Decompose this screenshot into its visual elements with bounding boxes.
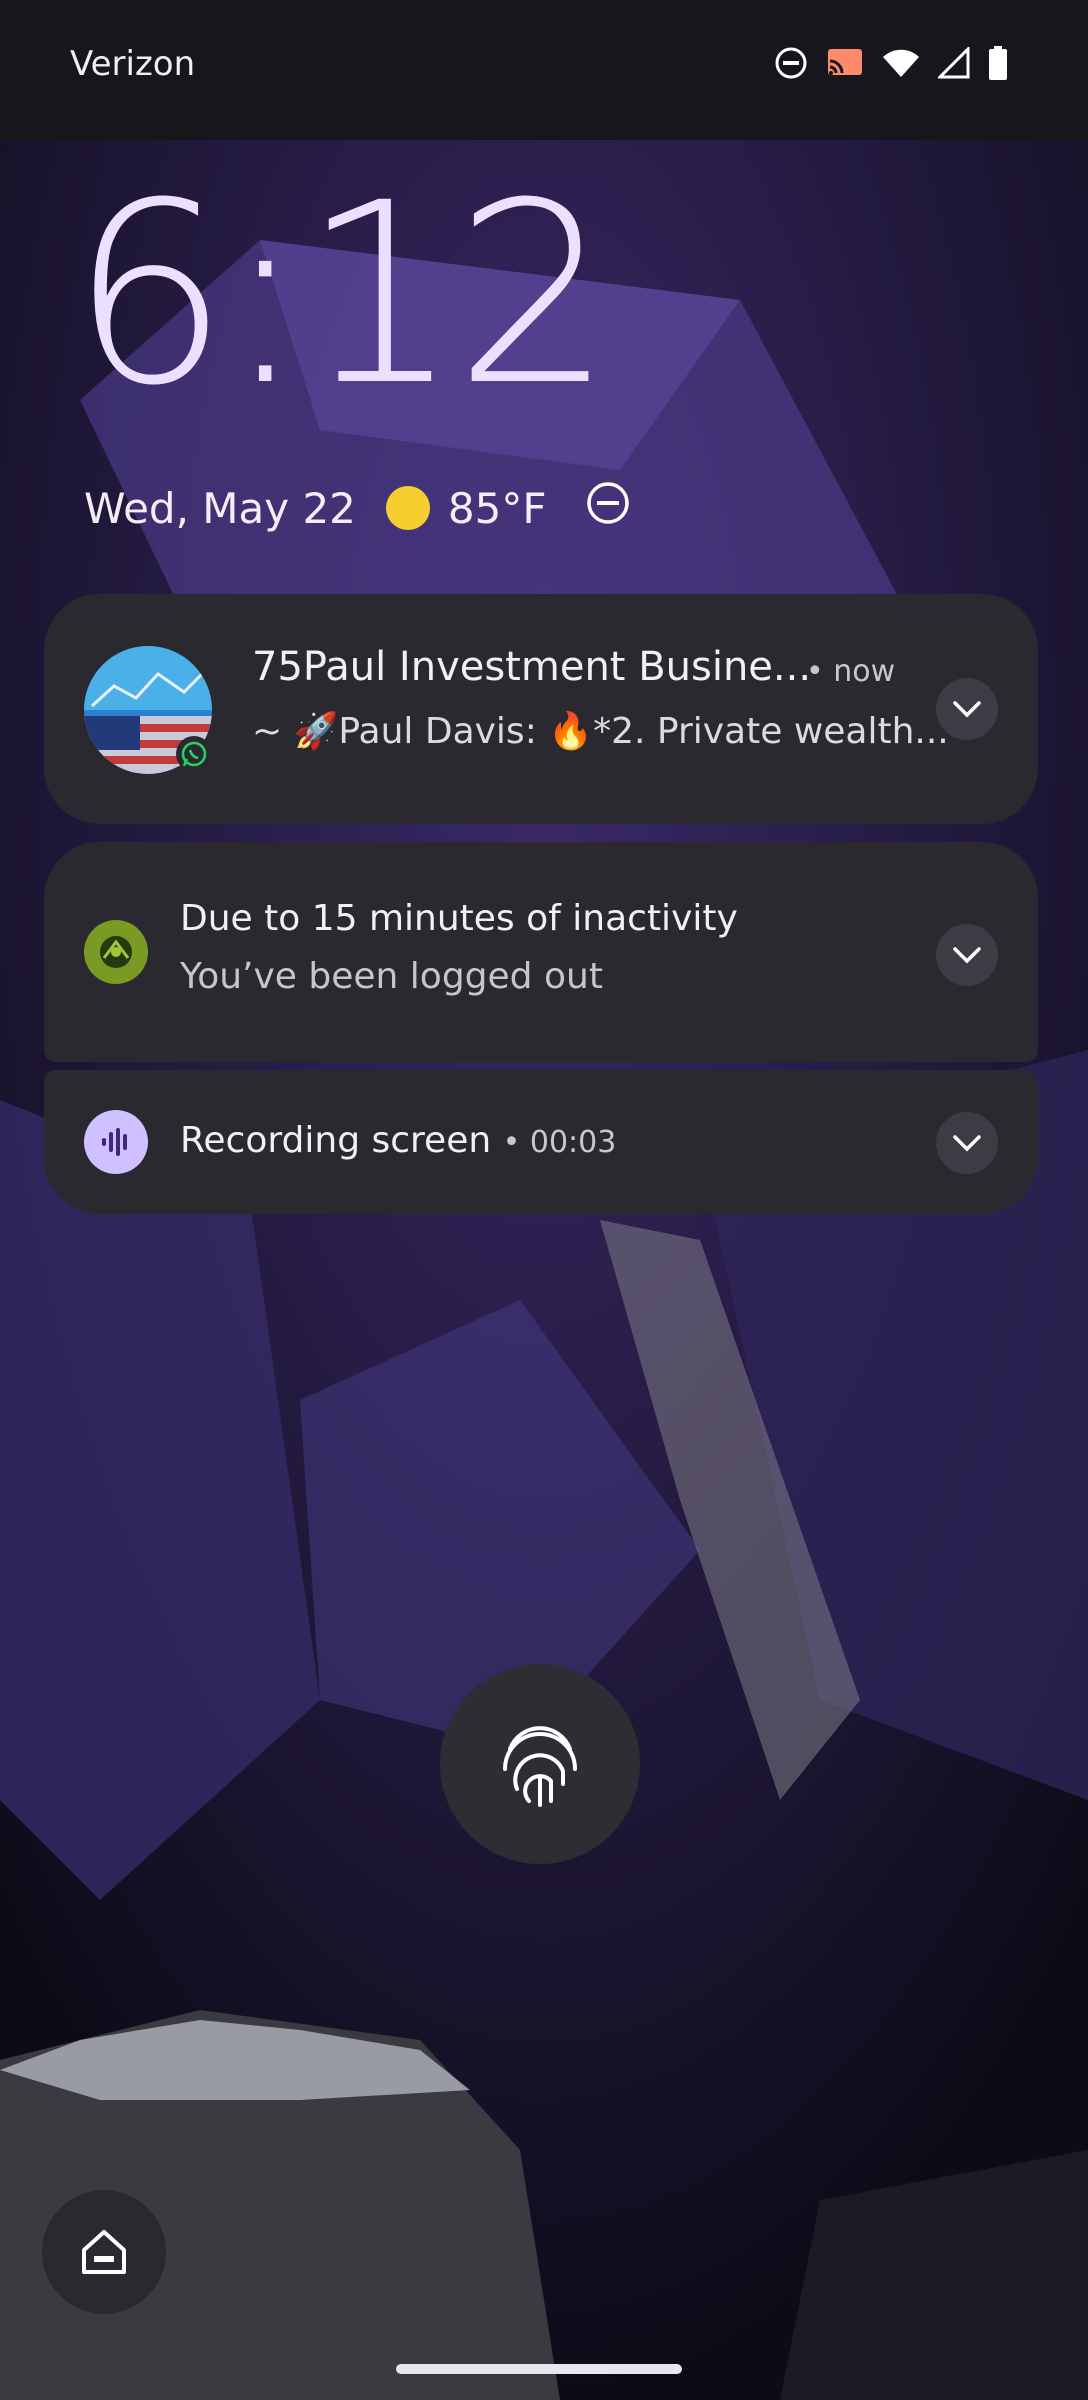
notification-screen-recording[interactable]: Recording screen • 00:03 bbox=[44, 1070, 1038, 1214]
chevron-down-icon bbox=[953, 701, 981, 718]
notification-whatsapp[interactable]: 75Paul Investment Busine... • now ~ 🚀Pau… bbox=[44, 594, 1038, 824]
notification-title: 75Paul Investment Busine... bbox=[252, 644, 812, 690]
date-weather-row: Wed, May 22 85°F bbox=[84, 480, 631, 536]
fingerprint-icon bbox=[503, 1726, 577, 1807]
notification-title: Recording screen • 00:03 bbox=[180, 1120, 616, 1161]
do-not-disturb-icon bbox=[585, 480, 631, 536]
notification-text: You’ve been logged out bbox=[180, 956, 603, 997]
carrier-label: Verizon bbox=[70, 44, 196, 84]
chevron-down-icon bbox=[953, 1135, 981, 1152]
fingerprint-unlock-button[interactable] bbox=[440, 1664, 640, 1864]
home-icon bbox=[82, 2230, 126, 2274]
lockscreen-clock: 6:12 bbox=[70, 149, 613, 440]
notification-inactivity[interactable]: Due to 15 minutes of inactivity You’ve b… bbox=[44, 842, 1038, 1062]
whatsapp-icon bbox=[176, 736, 212, 772]
recording-timer: • 00:03 bbox=[502, 1125, 617, 1160]
home-shortcut-button[interactable] bbox=[42, 2190, 166, 2314]
signal-icon bbox=[938, 47, 970, 79]
battery-icon bbox=[988, 46, 1008, 80]
expand-button[interactable] bbox=[936, 678, 998, 740]
gesture-nav-handle[interactable] bbox=[396, 2364, 682, 2374]
notification-time: • now bbox=[806, 654, 896, 689]
date-label: Wed, May 22 bbox=[84, 483, 356, 533]
chevron-down-icon bbox=[953, 947, 981, 964]
notification-text: ~ 🚀Paul Davis: 🔥*2. Private wealth... bbox=[252, 711, 949, 752]
status-bar: Verizon bbox=[0, 0, 1088, 140]
notification-title: Due to 15 minutes of inactivity bbox=[180, 898, 738, 939]
wifi-icon bbox=[882, 47, 920, 79]
app-icon bbox=[84, 920, 148, 984]
sun-icon bbox=[385, 486, 430, 530]
recording-label: Recording screen bbox=[180, 1120, 492, 1161]
expand-button[interactable] bbox=[936, 924, 998, 986]
screen-recorder-icon bbox=[84, 1110, 148, 1174]
do-not-disturb-icon bbox=[774, 46, 808, 80]
temperature-label: 85°F bbox=[447, 483, 547, 533]
status-icons bbox=[774, 46, 1008, 80]
expand-button[interactable] bbox=[936, 1112, 998, 1174]
cast-icon bbox=[826, 47, 864, 79]
